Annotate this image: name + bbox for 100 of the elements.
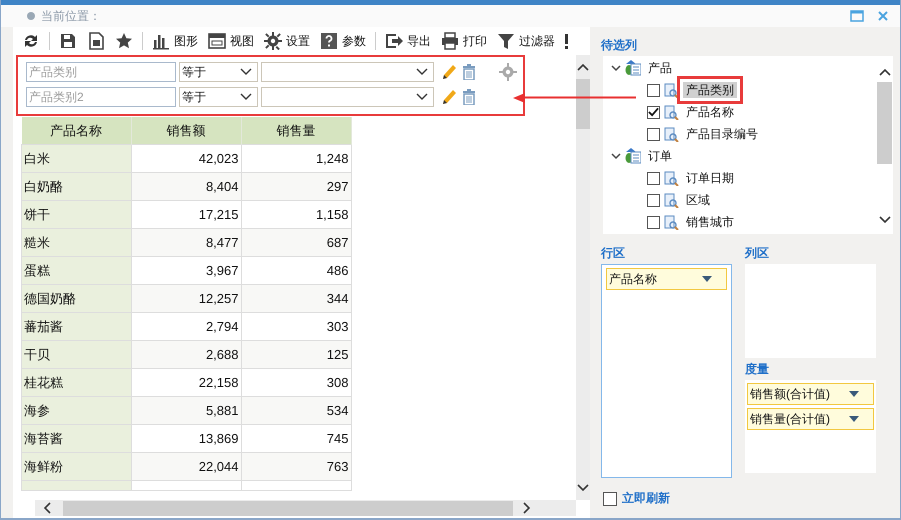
checkbox[interactable] bbox=[647, 128, 660, 140]
field-chip[interactable]: 销售额(合计值) bbox=[747, 383, 874, 405]
table-cell: 2,688 bbox=[131, 340, 241, 368]
dropdown-arrow-icon[interactable] bbox=[849, 391, 859, 397]
pencil-icon[interactable] bbox=[440, 88, 456, 106]
scroll-right-icon[interactable] bbox=[523, 502, 531, 514]
table-cell: 13,869 bbox=[131, 424, 241, 452]
table-cell: 22,044 bbox=[131, 452, 241, 480]
bar-chart-icon bbox=[152, 32, 170, 50]
scrollbar-thumb[interactable] bbox=[63, 500, 513, 516]
table-cell: 534 bbox=[241, 396, 351, 424]
star-icon[interactable] bbox=[115, 32, 133, 50]
tree-item[interactable]: 产品名称 bbox=[683, 104, 737, 120]
table-cell: 饼干 bbox=[22, 200, 131, 228]
save-icon[interactable] bbox=[59, 32, 77, 50]
table-cell: 745 bbox=[241, 424, 351, 452]
table-cell: 糙米 bbox=[22, 228, 131, 256]
checkbox[interactable] bbox=[647, 172, 660, 184]
table-cell: 德国奶酪 bbox=[22, 284, 131, 312]
chevron-down-icon bbox=[240, 93, 252, 101]
table-cell: 1,158 bbox=[241, 200, 351, 228]
table-cell: 白奶酪 bbox=[22, 172, 131, 200]
field-icon bbox=[664, 82, 679, 98]
field-icon bbox=[664, 126, 679, 142]
checkbox[interactable] bbox=[647, 84, 660, 96]
checkbox[interactable] bbox=[647, 194, 660, 206]
table-cell: 白米 bbox=[22, 144, 131, 172]
table-cell: 海鲜粉 bbox=[22, 452, 131, 480]
table-cell: 308 bbox=[241, 368, 351, 396]
checkbox[interactable] bbox=[647, 216, 660, 228]
window-icon bbox=[208, 32, 226, 50]
tree-item[interactable]: 销售城市 bbox=[683, 214, 737, 230]
scrollbar-thumb[interactable] bbox=[576, 79, 590, 129]
scrollbar-thumb[interactable] bbox=[877, 82, 892, 164]
toolbar-button[interactable]: 设置 bbox=[261, 30, 313, 52]
table-cell: 5,881 bbox=[131, 396, 241, 424]
dropdown-arrow-icon[interactable] bbox=[849, 416, 859, 422]
table-cell: 12,257 bbox=[131, 284, 241, 312]
table-cell: 297 bbox=[241, 172, 351, 200]
horizontal-scrollbar[interactable] bbox=[35, 500, 576, 516]
field-icon bbox=[664, 192, 679, 208]
vertical-scrollbar[interactable] bbox=[576, 55, 590, 500]
maximize-icon[interactable] bbox=[850, 10, 864, 22]
table-cell: 1,248 bbox=[241, 144, 351, 172]
toolbar-button[interactable]: 过滤器 bbox=[494, 30, 558, 52]
chevron-down-icon bbox=[416, 93, 428, 101]
table-cell: 8,477 bbox=[131, 228, 241, 256]
checkbox[interactable] bbox=[603, 492, 617, 506]
toolbar-button[interactable]: 视图 bbox=[205, 30, 257, 52]
tree-item[interactable]: 产品 bbox=[645, 60, 675, 76]
scroll-up-icon[interactable] bbox=[577, 63, 589, 71]
field-icon bbox=[664, 170, 679, 186]
table-icon bbox=[625, 60, 641, 76]
column-header: 产品名称 bbox=[22, 117, 131, 144]
field-chip[interactable]: 产品名称 bbox=[606, 268, 727, 290]
table-cell: 763 bbox=[241, 452, 351, 480]
table-cell: 344 bbox=[241, 284, 351, 312]
tree-item[interactable]: 区域 bbox=[683, 192, 713, 208]
refresh-label: 立即刷新 bbox=[622, 490, 670, 507]
table-cell: 蛋糕 bbox=[22, 256, 131, 284]
chevron-down-icon[interactable] bbox=[611, 152, 621, 160]
exclamation-icon[interactable] bbox=[565, 32, 568, 50]
trash-icon[interactable] bbox=[462, 89, 476, 105]
toolbar-button[interactable]: 图形 bbox=[149, 30, 201, 52]
settings-icon bbox=[264, 32, 282, 50]
scroll-left-icon[interactable] bbox=[43, 502, 51, 514]
tree-item[interactable]: 产品目录编号 bbox=[683, 126, 761, 142]
scroll-down-icon[interactable] bbox=[878, 216, 890, 224]
filter-icon bbox=[497, 32, 515, 50]
operator-dropdown[interactable]: 等于 bbox=[179, 87, 258, 107]
section-title: 待选列 bbox=[601, 37, 638, 54]
dropdown-arrow-icon[interactable] bbox=[702, 276, 712, 282]
table-icon bbox=[625, 148, 641, 164]
close-icon[interactable] bbox=[878, 11, 888, 21]
tree-item[interactable]: 订单日期 bbox=[683, 170, 737, 186]
scroll-down-icon[interactable] bbox=[577, 484, 589, 492]
toolbar-button[interactable]: 导出 bbox=[382, 30, 434, 52]
trash-icon[interactable] bbox=[462, 64, 476, 80]
field-icon bbox=[664, 214, 679, 230]
table-cell: 桂花糕 bbox=[22, 368, 131, 396]
table-cell: 8,404 bbox=[131, 172, 241, 200]
document-icon[interactable] bbox=[87, 32, 105, 50]
tree-item[interactable]: 产品类别 bbox=[683, 82, 737, 98]
chevron-down-icon[interactable] bbox=[611, 64, 621, 72]
checkbox[interactable] bbox=[647, 106, 660, 118]
table-cell: 3,967 bbox=[131, 256, 241, 284]
operator-dropdown[interactable]: 等于 bbox=[179, 62, 258, 82]
table-cell: 22,158 bbox=[131, 368, 241, 396]
pencil-icon[interactable] bbox=[440, 63, 456, 81]
toolbar-button[interactable]: 打印 bbox=[438, 30, 490, 52]
scroll-up-icon[interactable] bbox=[878, 68, 890, 76]
column-header: 销售额 bbox=[131, 117, 241, 144]
field-chip[interactable]: 销售量(合计值) bbox=[747, 408, 874, 430]
table-cell: 303 bbox=[241, 312, 351, 340]
column-header: 销售量 bbox=[241, 117, 351, 144]
field-icon bbox=[664, 104, 679, 120]
section-title: 行区 bbox=[601, 245, 626, 262]
toolbar-button[interactable]: 参数 bbox=[317, 30, 369, 52]
help-icon bbox=[320, 32, 338, 50]
tree-item[interactable]: 订单 bbox=[645, 148, 675, 164]
